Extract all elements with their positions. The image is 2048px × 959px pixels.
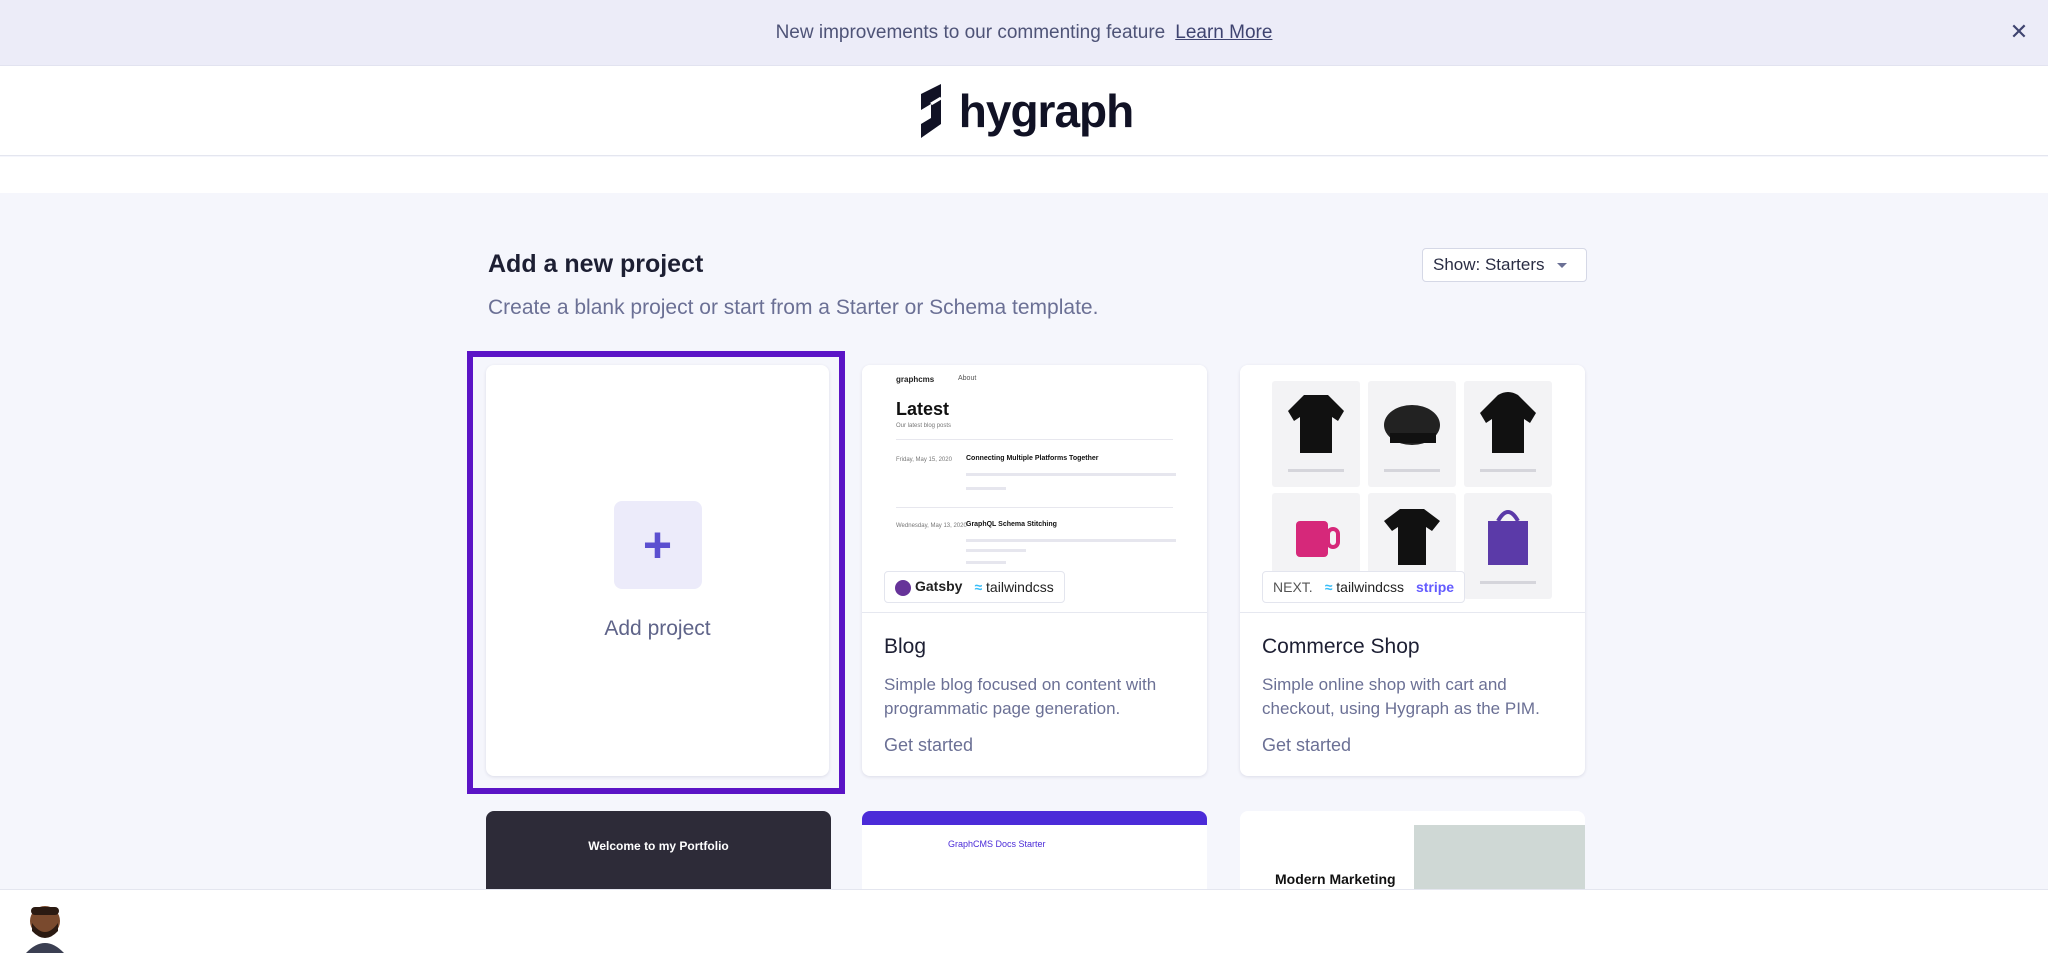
- get-started-link[interactable]: Get started: [884, 735, 973, 756]
- preview-heading: Welcome to my Portfolio: [588, 839, 729, 853]
- banner-message: New improvements to our commenting featu…: [775, 21, 1166, 43]
- tailwind-logo: ≈ tailwindcss: [1324, 579, 1404, 595]
- cap-icon: [1384, 405, 1440, 445]
- preview-brand: graphcms: [896, 375, 935, 384]
- preview-post-title: Connecting Multiple Platforms Together: [966, 455, 1099, 462]
- plus-icon: +: [613, 500, 702, 589]
- nextjs-logo: NEXT.: [1273, 579, 1313, 595]
- preview-heading: GraphCMS Docs Starter: [948, 839, 1046, 849]
- add-project-label: Add project: [604, 616, 711, 640]
- preview-text-line: [966, 549, 1026, 552]
- mug-icon: [1296, 521, 1340, 557]
- brand-name: hygraph: [958, 84, 1134, 137]
- preview-header-bar: [862, 811, 1207, 825]
- preview-text-line: [966, 487, 1006, 490]
- blog-starter-card[interactable]: graphcms About Latest Our latest blog po…: [862, 365, 1207, 776]
- announcement-banner: New improvements to our commenting featu…: [0, 0, 2048, 66]
- gatsby-icon: [895, 579, 911, 596]
- preview-nav: About: [958, 375, 977, 382]
- learn-more-link[interactable]: Learn More: [1175, 22, 1272, 44]
- preview-product: [1368, 381, 1456, 487]
- docs-starter-card[interactable]: GraphCMS Docs Starter: [862, 811, 1207, 891]
- header-strip: [0, 157, 2048, 193]
- card-description: Simple blog focused on content with prog…: [884, 675, 1157, 718]
- preview-post-date: Friday, May 15, 2020: [896, 457, 952, 463]
- close-icon[interactable]: ✕: [2004, 17, 2034, 47]
- top-header: hygraph: [0, 66, 2048, 156]
- tailwind-icon: ≈: [1324, 579, 1333, 595]
- preview-divider: [896, 507, 1173, 508]
- portfolio-starter-card[interactable]: Welcome to my Portfolio: [486, 811, 831, 891]
- chevron-down-icon: [1556, 262, 1567, 268]
- page-title: Add a new project: [488, 250, 704, 278]
- bottom-bar: [0, 889, 2048, 959]
- longsleeve-icon: [1288, 395, 1344, 453]
- preview-text-line: [966, 539, 1176, 542]
- preview-post-title: GraphQL Schema Stitching: [966, 521, 1057, 528]
- add-project-card[interactable]: + Add project: [486, 365, 829, 776]
- preview-post-date: Wednesday, May 13, 2020: [896, 523, 967, 529]
- preview-text-line: [966, 561, 1006, 564]
- preview-subheading: Our latest blog posts: [896, 423, 952, 429]
- page-subtitle: Create a blank project or start from a S…: [488, 296, 1099, 319]
- preview-image: [1414, 825, 1585, 891]
- marketing-starter-card[interactable]: Modern Marketing: [1240, 811, 1585, 891]
- tailwind-logo: ≈ tailwindcss: [974, 579, 1054, 595]
- card-title: Commerce Shop: [1262, 635, 1420, 658]
- tailwind-icon: ≈: [974, 579, 983, 595]
- preview-product: [1272, 381, 1360, 487]
- hoodie-icon: [1480, 392, 1536, 453]
- show-filter-select[interactable]: Show: Starters: [1422, 248, 1587, 282]
- show-filter-label: Show: Starters: [1433, 255, 1545, 274]
- tshirt-icon: [1384, 509, 1440, 565]
- tote-bag-icon: [1488, 510, 1528, 565]
- avatar[interactable]: [22, 901, 68, 953]
- commerce-starter-card[interactable]: NEXT. ≈ tailwindcss stripe Commerce Shop…: [1240, 365, 1585, 776]
- card-title: Blog: [884, 635, 927, 658]
- tech-stack-badge: Gatsby ≈ tailwindcss: [884, 571, 1065, 603]
- tech-stack-badge: NEXT. ≈ tailwindcss stripe: [1262, 571, 1466, 603]
- stripe-logo: stripe: [1415, 579, 1455, 595]
- preview-heading: Modern Marketing: [1275, 871, 1396, 887]
- preview-product: [1464, 381, 1552, 487]
- preview-product: [1464, 493, 1552, 599]
- preview-heading: Latest: [896, 399, 950, 419]
- hygraph-logo[interactable]: hygraph: [915, 83, 1134, 138]
- card-description: Simple online shop with cart and checkou…: [1262, 675, 1540, 718]
- preview-text-line: [966, 473, 1176, 476]
- preview-divider: [896, 439, 1173, 440]
- get-started-link[interactable]: Get started: [1262, 735, 1351, 756]
- hygraph-logo-icon: [920, 83, 942, 138]
- card-body: Commerce Shop Simple online shop with ca…: [1262, 635, 1563, 721]
- gatsby-logo: Gatsby: [895, 578, 962, 596]
- card-body: Blog Simple blog focused on content with…: [884, 635, 1185, 721]
